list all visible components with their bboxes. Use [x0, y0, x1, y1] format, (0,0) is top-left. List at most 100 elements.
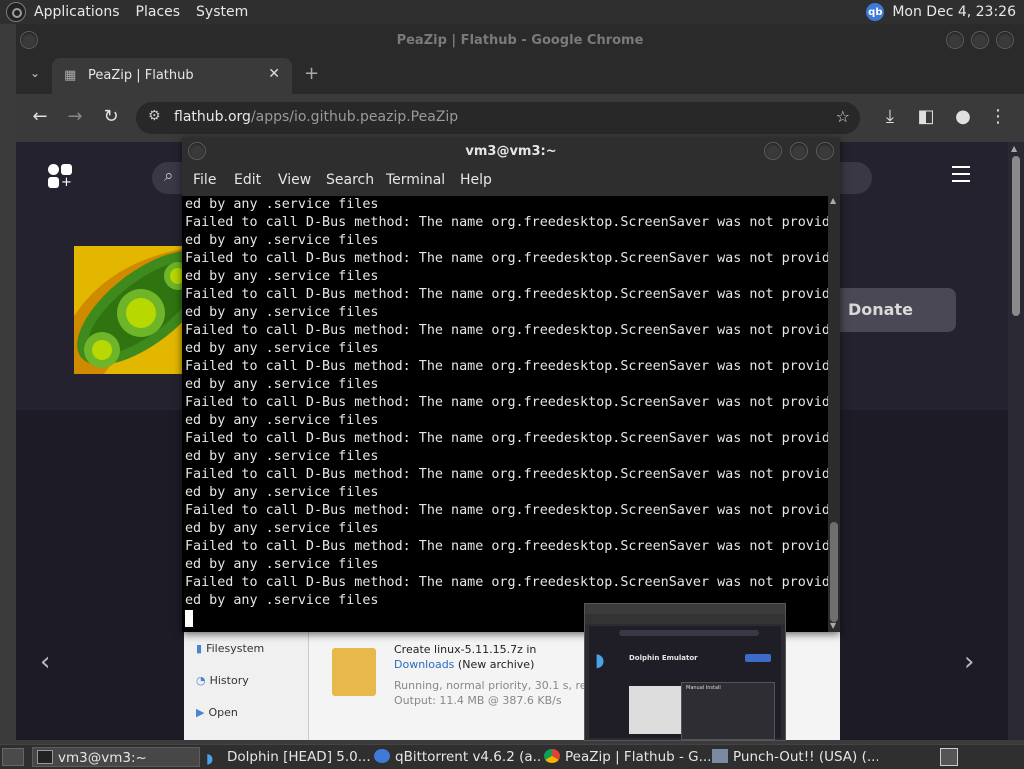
folder-icon [332, 648, 376, 696]
terminal-line: ed by any .service files [185, 557, 379, 572]
minimize-button[interactable] [764, 142, 782, 160]
close-button[interactable] [816, 142, 834, 160]
dolphin-icon: ◗ [595, 650, 605, 671]
terminal-line: Failed to call D-Bus method: The name or… [185, 539, 828, 554]
site-info-icon[interactable]: ⚙ [148, 108, 161, 124]
tab-close-icon[interactable]: ✕ [268, 66, 280, 82]
menu-help[interactable]: Help [460, 172, 492, 188]
screenshot-detail: Create linux-5.11.15.7z in Downloads (Ne… [394, 643, 615, 707]
forward-icon[interactable]: → [63, 106, 87, 128]
scroll-up-icon[interactable]: ▲ [1011, 144, 1017, 153]
workspace-switcher[interactable] [940, 748, 958, 766]
terminal-line: Failed to call D-Bus method: The name or… [185, 431, 828, 446]
menu-terminal[interactable]: Terminal [386, 172, 445, 188]
terminal-titlebar[interactable]: vm3@vm3:~ [182, 138, 840, 164]
menu-file[interactable]: File [193, 172, 216, 188]
scrollbar-thumb[interactable] [830, 522, 838, 622]
new-tab-icon[interactable]: + [304, 65, 319, 83]
tab-peazip[interactable]: ▦ PeaZip | Flathub ✕ [52, 58, 292, 94]
search-icon: ⌕ [164, 166, 174, 186]
browser-toolbar: ← → ↻ ⚙ flathub.org/apps/io.github.peazi… [16, 94, 1024, 142]
screenshot-sidebar-item: ◔ History [196, 674, 249, 687]
task-dolphin[interactable]: ◗ Dolphin [HEAD] 5.0... [202, 747, 372, 767]
chrome-icon [544, 749, 560, 763]
terminal-line: Failed to call D-Bus method: The name or… [185, 359, 828, 374]
terminal-title: vm3@vm3:~ [465, 144, 557, 159]
terminal-line: ed by any .service files [185, 449, 379, 464]
tab-search-chevron-icon[interactable]: ⌄ [30, 66, 40, 80]
maximize-button[interactable] [790, 142, 808, 160]
terminal-line: Failed to call D-Bus method: The name or… [185, 287, 828, 302]
menu-view[interactable]: View [278, 172, 311, 188]
chrome-menu-icon[interactable]: ⋮ [986, 106, 1010, 128]
menu-applications[interactable]: Applications [26, 0, 128, 24]
scroll-down-icon[interactable]: ▼ [830, 621, 836, 630]
window-title: PeaZip | Flathub - Google Chrome [396, 33, 644, 48]
top-panel: Applications Places System qb Mon Dec 4,… [0, 0, 1024, 24]
show-desktop-icon[interactable] [2, 748, 24, 766]
bookmark-star-icon[interactable]: ☆ [836, 107, 850, 126]
emulator-icon [712, 749, 728, 763]
terminal-line: ed by any .service files [185, 269, 379, 284]
menu-search[interactable]: Search [326, 172, 374, 188]
side-panel-icon[interactable]: ◧ [914, 106, 938, 128]
terminal-line: ed by any .service files [185, 413, 379, 428]
terminal-line: Failed to call D-Bus method: The name or… [185, 395, 828, 410]
tab-strip: ⌄ ▦ PeaZip | Flathub ✕ + [16, 56, 1024, 94]
terminal-line: ed by any .service files [185, 341, 379, 356]
terminal-scrollbar[interactable]: ▲ ▼ [828, 196, 840, 632]
back-icon[interactable]: ← [28, 106, 52, 128]
window-preview-thumbnail[interactable]: ◗ Dolphin Emulator Manual Install [584, 603, 786, 741]
qbittorrent-icon[interactable]: qb [866, 3, 885, 21]
terminal-line: Failed to call D-Bus method: The name or… [185, 251, 828, 266]
hamburger-menu-icon[interactable] [952, 166, 970, 187]
terminal-output[interactable]: ed by any .service files Failed to call D… [182, 196, 828, 632]
page-scrollbar[interactable]: ▲ [1008, 142, 1024, 740]
distro-logo-icon[interactable] [6, 2, 26, 22]
carousel-next-icon[interactable]: › [964, 647, 974, 677]
dolphin-icon: ◗ [206, 751, 214, 767]
screenshot-sidebar-item: ▮ Filesystem [196, 642, 265, 655]
chrome-titlebar[interactable]: PeaZip | Flathub - Google Chrome [16, 24, 1024, 56]
terminal-lines: ed by any .service files Failed to call D… [185, 196, 828, 610]
reload-icon[interactable]: ↻ [99, 106, 123, 128]
task-chrome[interactable]: PeaZip | Flathub - G... [540, 747, 710, 767]
clock[interactable]: Mon Dec 4, 23:26 [892, 4, 1016, 20]
terminal-line: Failed to call D-Bus method: The name or… [185, 215, 828, 230]
address-bar[interactable]: ⚙ flathub.org/apps/io.github.peazip.PeaZ… [136, 102, 860, 134]
terminal-line: ed by any .service files [185, 197, 379, 212]
terminal-line: Failed to call D-Bus method: The name or… [185, 467, 828, 482]
terminal-window: vm3@vm3:~ File Edit View Search Terminal… [182, 138, 840, 632]
flathub-logo-icon[interactable]: + [48, 164, 74, 189]
terminal-line: ed by any .service files [185, 521, 379, 536]
scrollbar-thumb[interactable] [1012, 156, 1020, 316]
tab-title: PeaZip | Flathub [88, 68, 194, 83]
preview-dialog-title: Manual Install [686, 685, 721, 691]
flathub-favicon-icon: ▦ [64, 68, 77, 83]
terminal-icon [37, 750, 53, 764]
terminal-line: Failed to call D-Bus method: The name or… [185, 575, 828, 590]
close-button[interactable] [996, 31, 1014, 49]
carousel-prev-icon[interactable]: ‹ [40, 647, 50, 677]
menu-edit[interactable]: Edit [234, 172, 261, 188]
qbittorrent-icon [374, 749, 390, 763]
menu-system[interactable]: System [188, 0, 256, 24]
terminal-line: ed by any .service files [185, 377, 379, 392]
terminal-line: ed by any .service files [185, 305, 379, 320]
task-qbittorrent[interactable]: qBittorrent v4.6.2 (a... [370, 747, 542, 767]
maximize-button[interactable] [971, 31, 989, 49]
terminal-line: Failed to call D-Bus method: The name or… [185, 503, 828, 518]
menu-places[interactable]: Places [128, 0, 189, 24]
task-terminal[interactable]: vm3@vm3:~ [32, 747, 200, 767]
terminal-line: Failed to call D-Bus method: The name or… [185, 323, 828, 338]
task-punch-out[interactable]: Punch-Out!! (USA) (... [708, 747, 878, 767]
scroll-up-icon[interactable]: ▲ [830, 196, 836, 205]
terminal-line: ed by any .service files [185, 233, 379, 248]
terminal-line: ed by any .service files [185, 485, 379, 500]
screenshot-sidebar-item: ▶ Open [196, 706, 238, 719]
url-text[interactable]: flathub.org/apps/io.github.peazip.PeaZip [174, 109, 458, 125]
profile-icon[interactable]: ● [951, 106, 975, 128]
download-icon[interactable]: ⤓ [878, 106, 902, 128]
screenshot-sidebar: ▮ Filesystem ◔ History ▶ Open [184, 632, 309, 740]
minimize-button[interactable] [946, 31, 964, 49]
